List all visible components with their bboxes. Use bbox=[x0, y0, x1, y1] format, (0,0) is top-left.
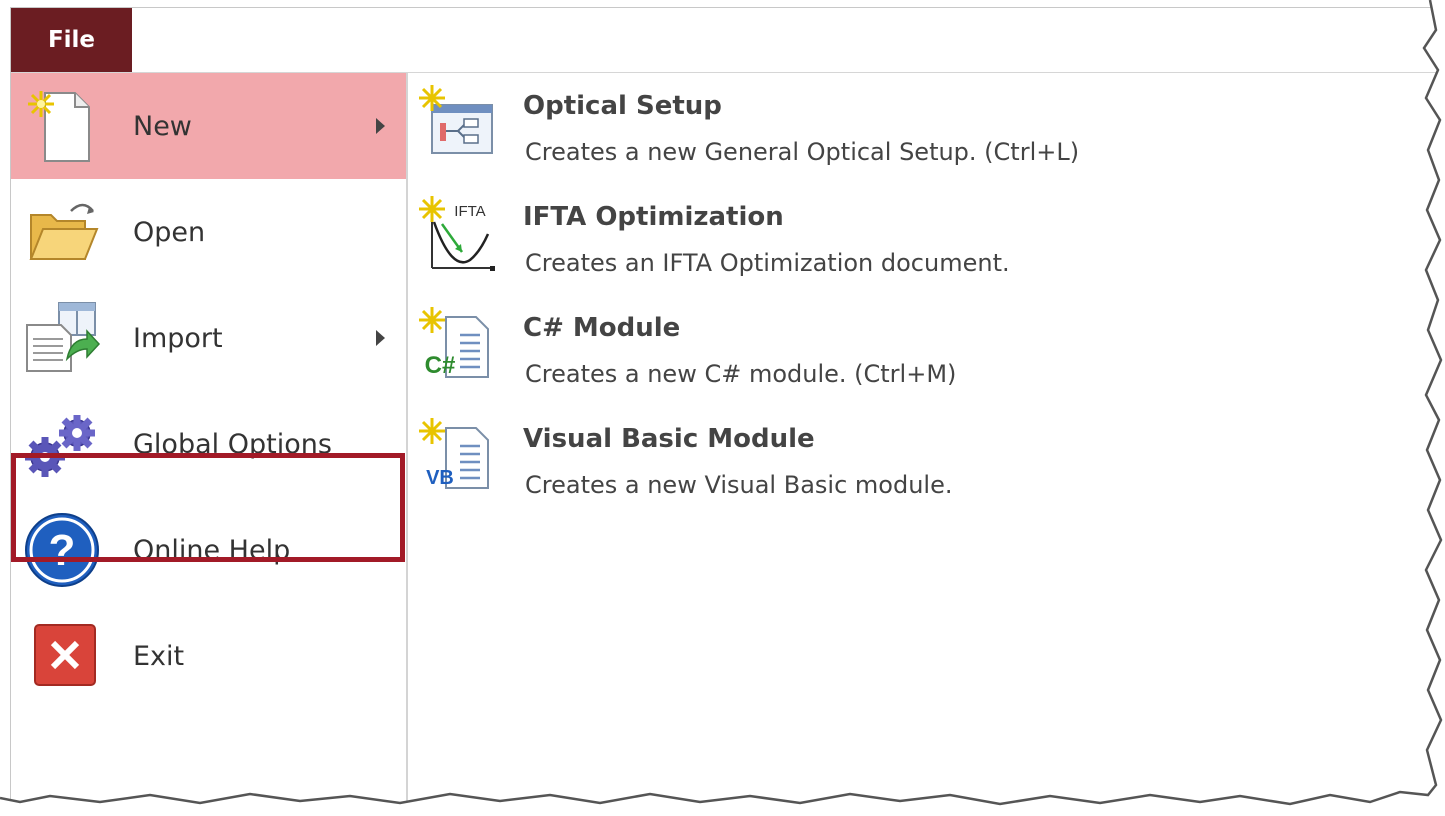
sidebar-item-label: Open bbox=[133, 216, 206, 248]
command-description: Creates a new General Optical Setup. (Ct… bbox=[525, 138, 1080, 166]
submenu-arrow-icon bbox=[376, 330, 385, 346]
sidebar-item-exit[interactable]: Exit bbox=[11, 603, 406, 709]
folder-open-icon bbox=[29, 203, 99, 260]
backstage-window: File New Open Import Global Options ? On… bbox=[10, 7, 1436, 808]
command-optical-setup[interactable]: Optical Setup Creates a new General Opti… bbox=[408, 73, 1408, 173]
sidebar-item-label: Exit bbox=[133, 640, 185, 672]
command-csharp-module[interactable]: C# C# Module Creates a new C# module. (C… bbox=[408, 295, 1408, 395]
sidebar-item-import[interactable]: Import bbox=[11, 285, 406, 391]
new-document-icon bbox=[28, 91, 90, 162]
sidebar-item-label: New bbox=[133, 110, 192, 142]
command-title: C# Module bbox=[523, 313, 681, 343]
csharp-icon-text: C# bbox=[425, 352, 456, 379]
command-title: Optical Setup bbox=[523, 91, 722, 121]
vb-module-icon: VB bbox=[419, 418, 489, 489]
ifta-icon-text: IFTA bbox=[454, 203, 485, 220]
sidebar-item-new[interactable]: New bbox=[11, 73, 406, 179]
csharp-module-icon: C# bbox=[419, 307, 489, 379]
optical-setup-icon bbox=[419, 85, 493, 154]
ribbon-tab-bar: File bbox=[11, 8, 1436, 73]
sidebar-item-open[interactable]: Open bbox=[11, 179, 406, 285]
command-vb-module[interactable]: VB Visual Basic Module Creates a new Vis… bbox=[408, 406, 1408, 506]
file-tab[interactable]: File bbox=[11, 8, 132, 72]
exit-icon bbox=[34, 624, 96, 686]
sidebar-item-label: Import bbox=[133, 322, 223, 354]
highlight-annotation-box bbox=[11, 453, 405, 562]
ifta-optimization-icon: IFTA bbox=[419, 196, 495, 271]
command-description: Creates an IFTA Optimization document. bbox=[525, 249, 1010, 277]
command-description: Creates a new Visual Basic module. bbox=[525, 471, 953, 499]
command-title: Visual Basic Module bbox=[523, 424, 815, 454]
backstage-sidebar: New Open Import Global Options ? Online … bbox=[11, 73, 408, 808]
vb-icon-text: VB bbox=[426, 467, 454, 489]
command-ifta-optimization[interactable]: IFTA IFTA Optimization Creates an IFTA O… bbox=[408, 184, 1408, 284]
import-icon bbox=[26, 302, 101, 372]
submenu-arrow-icon bbox=[376, 118, 385, 134]
command-title: IFTA Optimization bbox=[523, 202, 784, 232]
new-submenu-panel: Optical Setup Creates a new General Opti… bbox=[408, 73, 1436, 808]
command-description: Creates a new C# module. (Ctrl+M) bbox=[525, 360, 957, 388]
